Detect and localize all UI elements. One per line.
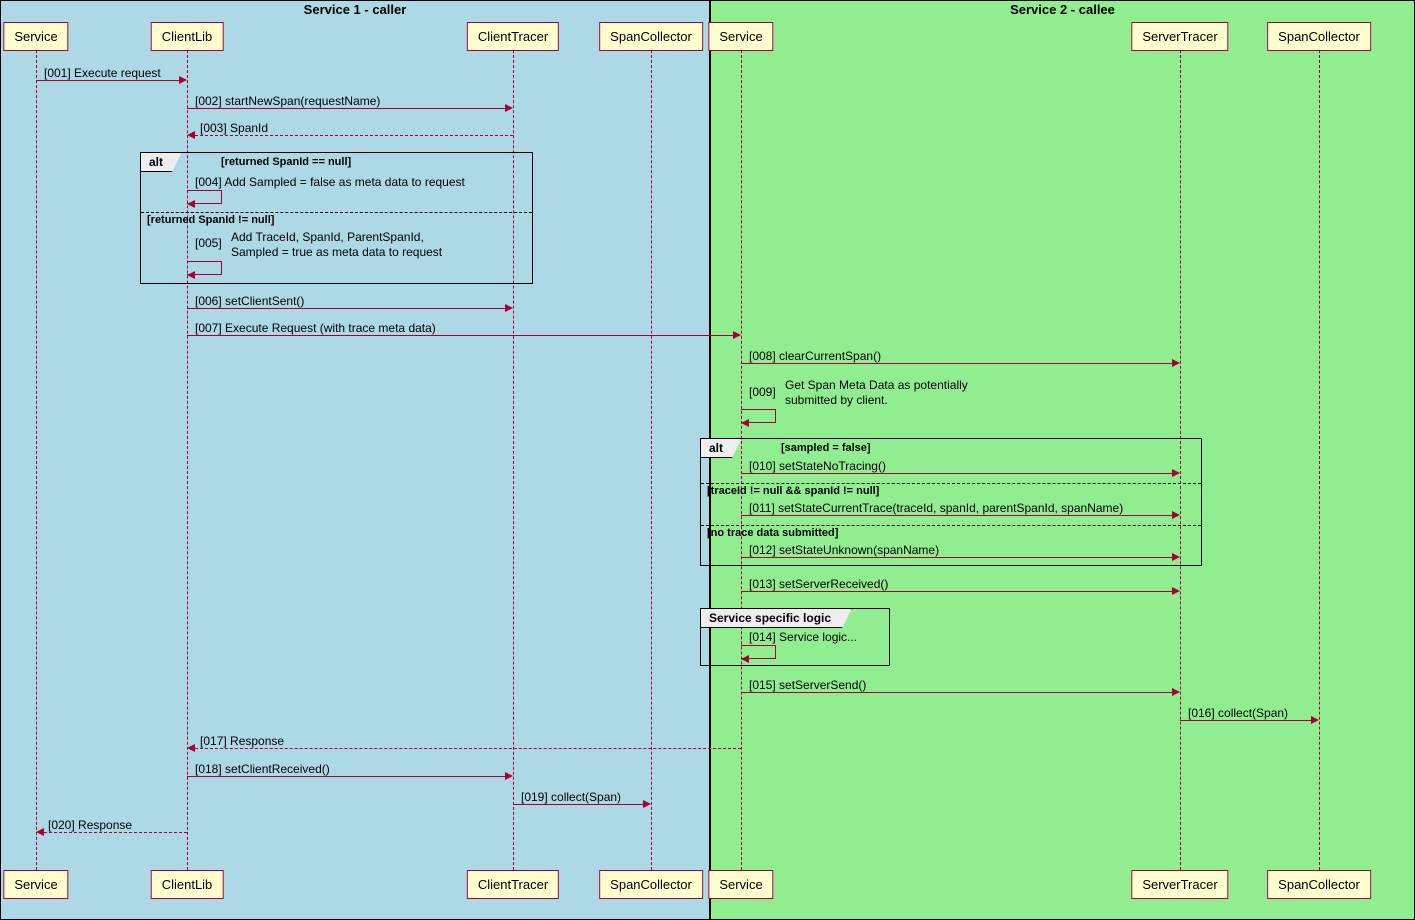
msg-008-line [741,363,1172,364]
msg-011-line [741,515,1172,516]
msg-008-label: [008] clearCurrentSpan() [749,349,881,363]
ref-label: Service specific logic [700,608,852,628]
msg-002-label: [002] startNewSpan(requestName) [195,94,380,108]
msg-015-head [1172,688,1180,696]
alt2-guard1: [sampled = false] [781,442,871,454]
msg-001-head [179,76,187,84]
msg-018-line [187,776,505,777]
msg-013-label: [013] setServerReceived() [749,577,888,591]
participant-servertracer-top: ServerTracer [1131,22,1228,51]
msg-003-line [195,135,513,136]
participant-spancollector2-bot: SpanCollector [1267,870,1371,899]
msg-006-label: [006] setClientSent() [195,294,304,308]
msg-016-label: [016] collect(Span) [1188,706,1288,720]
msg-012-label: [012] setStateUnknown(spanName) [749,543,939,557]
msg-009-label: Get Span Meta Data as potentially submit… [785,378,968,408]
msg-019-head [643,800,651,808]
msg-007-label: [007] Execute Request (with trace meta d… [195,321,436,335]
box1-title: Service 1 - caller [1,2,709,17]
msg-017-label: [017] Response [200,734,284,748]
msg-016-line [1180,720,1311,721]
msg-013-head [1172,587,1180,595]
lifeline-spancollector2 [1319,50,1320,870]
box-service1: Service 1 - caller [0,0,710,920]
msg-011-label: [011] setStateCurrentTrace(traceId, span… [749,501,1123,515]
alt2-div1 [701,483,1201,484]
lifeline-service1 [36,50,37,870]
alt1-div [141,212,532,213]
alt2-div2 [701,525,1201,526]
msg-017-head [187,744,195,752]
msg-008-head [1172,359,1180,367]
msg-001-label: [001] Execute request [44,66,161,80]
msg-009-num: [009] [749,385,776,399]
msg-003-head [187,131,195,139]
msg-010-label: [010] setStateNoTracing() [749,459,886,473]
participant-spancollector1-top: SpanCollector [599,22,703,51]
msg-012-line [741,557,1172,558]
msg-006-head [505,304,513,312]
msg-002-head [505,104,513,112]
msg-005-num: [005] [195,236,222,250]
msg-012-head [1172,553,1180,561]
alt1-label: alt [140,152,182,172]
participant-clientlib-top: ClientLib [151,22,224,51]
participant-servertracer-bot: ServerTracer [1131,870,1228,899]
msg-017-line [195,748,741,749]
msg-013-line [741,591,1172,592]
participant-clienttracer-bot: ClientTracer [467,870,559,899]
msg-007-head [733,331,741,339]
participant-clientlib-bot: ClientLib [151,870,224,899]
msg-004-head [187,200,195,208]
participant-service1-bot: Service [3,870,68,899]
box2-title: Service 2 - callee [711,2,1414,17]
msg-014-head [741,655,749,663]
msg-002-line [187,108,505,109]
participant-spancollector1-bot: SpanCollector [599,870,703,899]
msg-005-head [187,271,195,279]
participant-spancollector2-top: SpanCollector [1267,22,1371,51]
msg-020-label: [020] Response [48,818,132,832]
msg-015-line [741,692,1172,693]
msg-019-label: [019] collect(Span) [521,790,621,804]
sequence-diagram: Service 1 - caller Service 2 - callee Se… [0,0,1415,920]
msg-020-line [44,832,187,833]
msg-006-line [187,308,505,309]
alt2-guard3: [no trace data submitted] [707,527,838,539]
msg-003-label: [003] SpanId [200,121,268,135]
alt2-guard2: [traceId != null && spanId != null] [707,485,879,497]
msg-018-label: [018] setClientReceived() [195,762,330,776]
msg-016-head [1311,716,1319,724]
msg-011-head [1172,511,1180,519]
msg-004-label: [004] Add Sampled = false as meta data t… [195,175,465,189]
alt1-guard2: [returned SpanId != null] [147,214,274,226]
msg-007-line [187,335,733,336]
msg-020-head [36,828,44,836]
msg-014-label: [014] Service logic... [749,630,857,644]
lifeline-spancollector1 [651,50,652,870]
msg-019-line [513,804,643,805]
msg-001-line [36,80,179,81]
participant-service2-bot: Service [708,870,773,899]
msg-018-head [505,772,513,780]
msg-009-head [741,419,749,427]
msg-015-label: [015] setServerSend() [749,678,866,692]
participant-clienttracer-top: ClientTracer [467,22,559,51]
msg-010-line [741,473,1172,474]
msg-010-head [1172,469,1180,477]
participant-service2-top: Service [708,22,773,51]
alt1-guard1: [returned SpanId == null] [221,156,351,168]
msg-005-label: Add TraceId, SpanId, ParentSpanId, Sampl… [231,230,442,260]
participant-service1-top: Service [3,22,68,51]
alt2-label: alt [700,438,742,458]
